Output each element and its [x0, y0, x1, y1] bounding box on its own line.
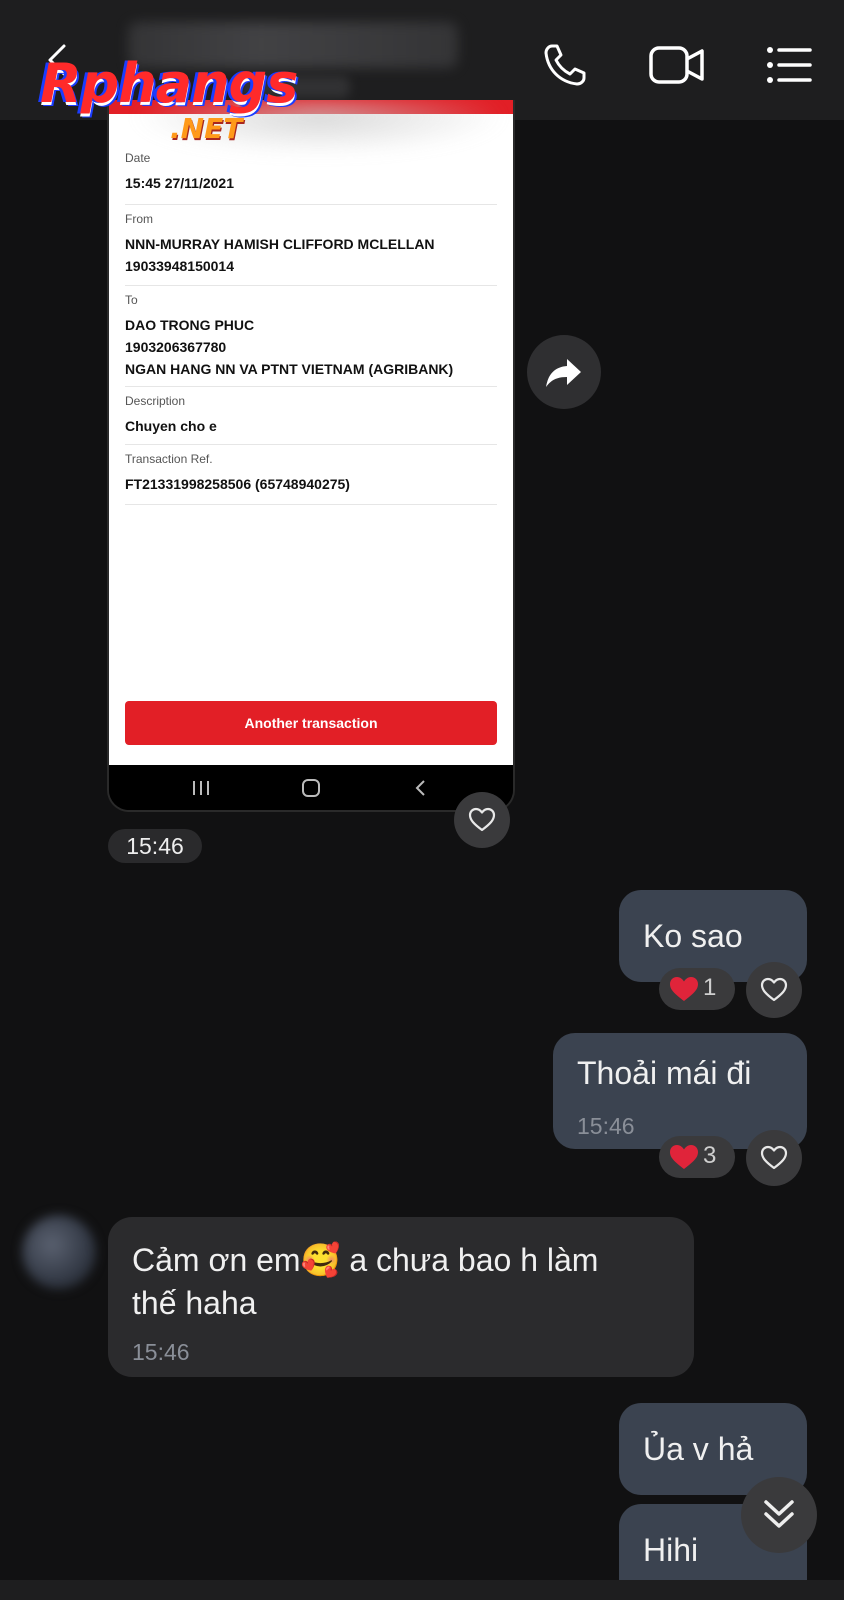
reaction-count: 1	[703, 974, 717, 1001]
watermark-main-text: Rphangs	[40, 52, 298, 115]
receipt-to-field: To DAO TRONG PHUC 1903206367780 NGAN HAN…	[125, 292, 497, 387]
shared-receipt-image[interactable]: Date 15:45 27/11/2021 From NNN-MURRAY HA…	[107, 100, 515, 812]
message-time: 15:46	[577, 1113, 635, 1139]
receipt-ref-field: Transaction Ref. FT21331998258506 (65748…	[125, 451, 497, 505]
share-forward-icon[interactable]	[527, 335, 601, 409]
phone-icon[interactable]	[540, 40, 590, 90]
list-menu-icon[interactable]	[764, 40, 814, 90]
rphangs-watermark-logo: Rphangs .NET	[40, 52, 310, 152]
receipt-to-name: DAO TRONG PHUC	[125, 317, 255, 333]
message-text-part: a chưa bao h làm	[340, 1242, 599, 1278]
message-text: Hihi	[643, 1532, 699, 1568]
watermark-sub-text: .NET	[170, 112, 243, 145]
message-time: 15:46	[132, 1339, 190, 1365]
scroll-to-bottom-icon[interactable]	[741, 1477, 817, 1553]
red-heart-icon	[670, 1145, 698, 1169]
message-text-part: Cảm ơn em	[132, 1242, 301, 1278]
message-text: Thoải mái đi	[577, 1055, 752, 1091]
receipt-description-value: Chuyen cho e	[125, 418, 217, 434]
smiling-hearts-emoji: 🥰	[300, 1242, 341, 1278]
receipt-from-field: From NNN-MURRAY HAMISH CLIFFORD MCLELLAN…	[125, 211, 497, 286]
receipt-to-account: 1903206367780	[125, 339, 227, 355]
receipt-to-bank: NGAN HANG NN VA PTNT VIETNAM (AGRIBANK)	[125, 361, 454, 377]
message-text: Ko sao	[643, 918, 743, 954]
another-transaction-button: Another transaction	[125, 701, 497, 745]
receipt-from-name: NNN-MURRAY HAMISH CLIFFORD MCLELLAN	[125, 236, 435, 252]
reaction-chip[interactable]: 3	[659, 1136, 735, 1178]
receipt-date-value: 15:45 27/11/2021	[125, 175, 234, 191]
red-heart-icon	[670, 977, 698, 1001]
image-message-time: 15:46	[108, 829, 202, 863]
incoming-message-bubble[interactable]: Cảm ơn em🥰 a chưa bao h làm thế haha 15:…	[108, 1217, 694, 1377]
message-text-line2: thế haha	[132, 1285, 257, 1321]
receipt-from-label: From	[125, 212, 153, 226]
receipt-date-field: Date 15:45 27/11/2021	[125, 150, 497, 205]
receipt-ref-label: Transaction Ref.	[125, 452, 213, 466]
receipt-ref-value: FT21331998258506 (65748940275)	[125, 476, 350, 492]
receipt-description-label: Description	[125, 394, 186, 408]
nav-back-icon	[409, 778, 433, 798]
receipt-date-label: Date	[125, 151, 151, 165]
home-icon	[299, 778, 323, 798]
react-heart-icon[interactable]	[746, 1130, 802, 1186]
reaction-chip[interactable]: 1	[659, 968, 735, 1010]
message-text-line1: Cảm ơn em🥰 a chưa bao h làm	[132, 1241, 598, 1279]
recent-apps-icon	[189, 778, 213, 798]
bottom-input-bar-edge	[0, 1580, 844, 1600]
react-heart-icon[interactable]	[454, 792, 510, 848]
video-call-icon[interactable]	[648, 40, 706, 90]
receipt-from-account: 19033948150014	[125, 258, 235, 274]
contact-avatar[interactable]	[22, 1215, 96, 1289]
receipt-description-field: Description Chuyen cho e	[125, 393, 497, 445]
receipt-paper: Date 15:45 27/11/2021 From NNN-MURRAY HA…	[109, 100, 513, 765]
phone-nav-bar	[109, 765, 513, 810]
message-text: Ủa v hả	[643, 1431, 754, 1467]
receipt-to-label: To	[125, 293, 138, 307]
reaction-count: 3	[703, 1142, 717, 1169]
react-heart-icon[interactable]	[746, 962, 802, 1018]
